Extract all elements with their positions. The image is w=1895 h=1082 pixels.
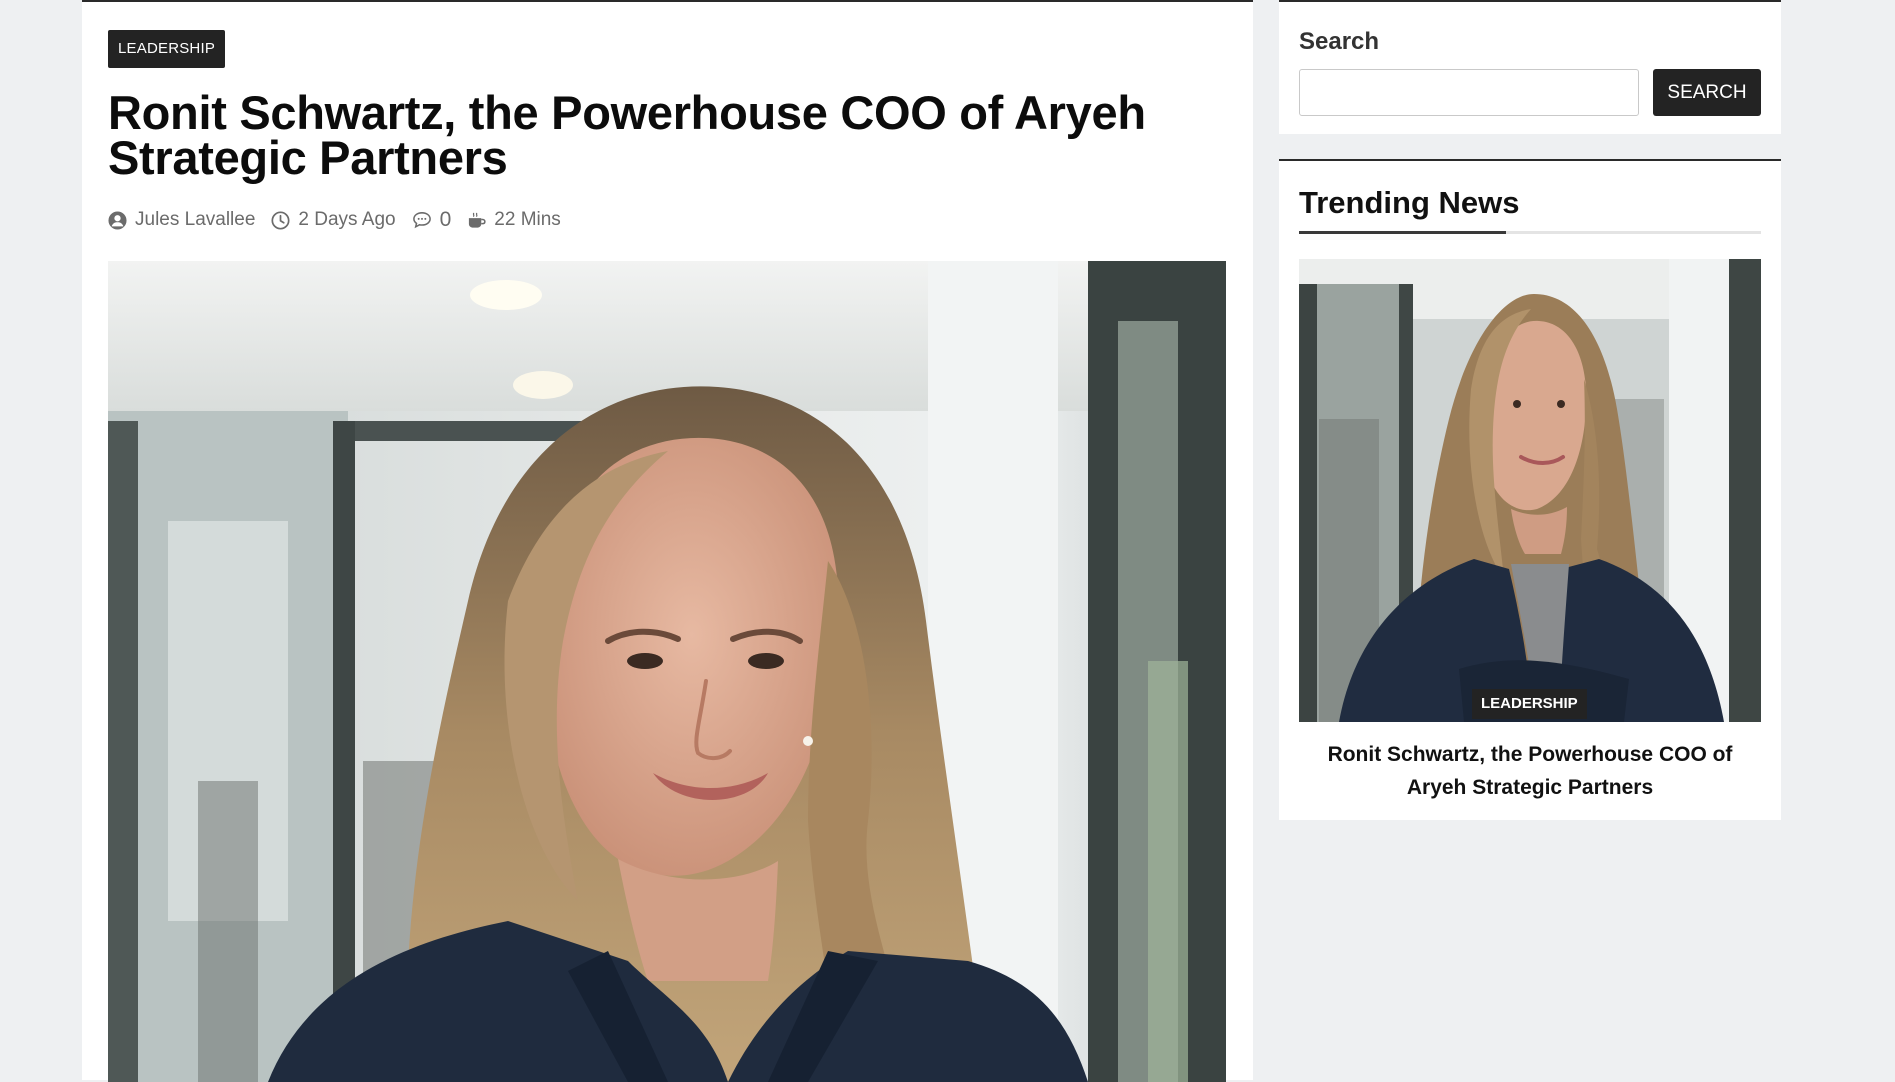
search-button[interactable]: SEARCH [1653, 69, 1761, 116]
trending-title-underline [1299, 231, 1761, 234]
trending-news-widget: Trending News LEADERSHIP Ronit Schwartz,… [1279, 159, 1781, 820]
comment-bubble-icon [412, 212, 431, 229]
meta-read-time: 22 Mins [467, 209, 561, 231]
article-card: LEADERSHIP Ronit Schwartz, the Powerhous… [82, 0, 1253, 1082]
portrait-thumbnail [1299, 259, 1761, 722]
meta-date: 2 Days Ago [271, 209, 396, 231]
portrait-photo [108, 261, 1226, 1082]
date-link[interactable]: 2 Days Ago [298, 209, 395, 231]
user-circle-icon [108, 210, 127, 230]
trending-item-category-badge[interactable]: LEADERSHIP [1472, 689, 1587, 719]
trending-widget-title: Trending News [1299, 185, 1520, 220]
comments-count[interactable]: 0 [440, 208, 452, 232]
search-input[interactable] [1299, 69, 1639, 116]
trending-title-underline-accent [1299, 231, 1506, 234]
clock-icon [271, 210, 290, 230]
read-time: 22 Mins [494, 209, 561, 230]
trending-item-headline[interactable]: Ronit Schwartz, the Powerhouse COO of Ar… [1299, 738, 1761, 804]
meta-comments: 0 [412, 208, 452, 232]
article-meta: Jules Lavallee 2 Days Ago 0 22 Mins [108, 208, 577, 232]
article-title: Ronit Schwartz, the Powerhouse COO of Ar… [108, 86, 1146, 184]
search-widget-title: Search [1299, 28, 1380, 55]
category-badge[interactable]: LEADERSHIP [108, 30, 226, 68]
search-widget: Search SEARCH [1279, 0, 1781, 134]
meta-author: Jules Lavallee [108, 209, 255, 231]
trending-item-image[interactable] [1299, 259, 1761, 722]
coffee-cup-icon [469, 212, 486, 228]
author-link[interactable]: Jules Lavallee [135, 209, 255, 231]
article-featured-image [108, 261, 1226, 1082]
